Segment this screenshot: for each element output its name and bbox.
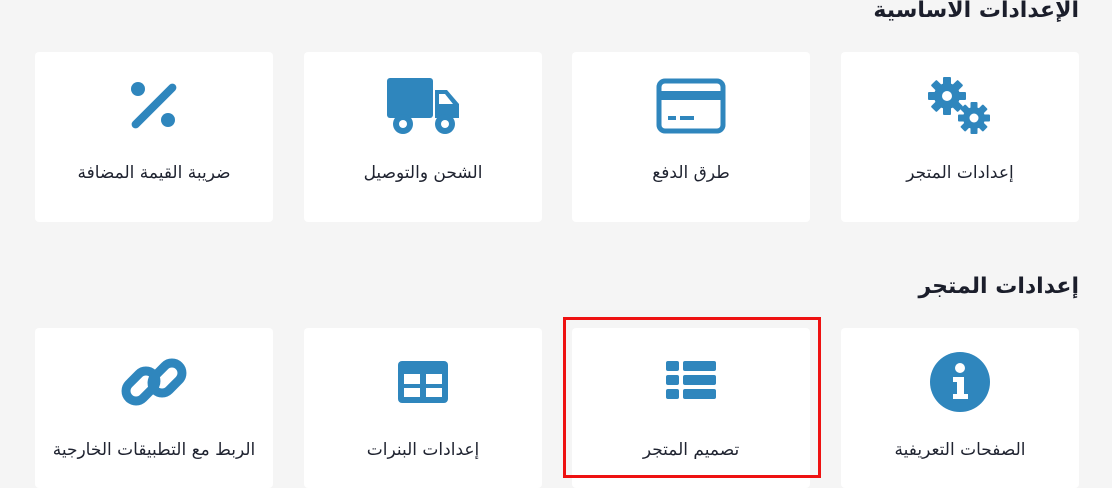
section-title-basic: الإعدادات الاساسية xyxy=(873,0,1079,23)
section-title-store: إعدادات المتجر xyxy=(918,274,1080,299)
card-label: الصفحات التعريفية xyxy=(894,440,1026,460)
external-apps-card[interactable]: الربط مع التطبيقات الخارجية xyxy=(35,328,273,488)
gears-icon xyxy=(841,74,1079,138)
info-pages-card[interactable]: الصفحات التعريفية xyxy=(841,328,1079,488)
truck-icon xyxy=(304,74,542,138)
card-label: الشحن والتوصيل xyxy=(363,163,483,183)
store-settings-card[interactable]: إعدادات المتجر xyxy=(841,52,1079,222)
vat-card[interactable]: ضريبة القيمة المضافة xyxy=(35,52,273,222)
percent-icon xyxy=(35,74,273,138)
card-label: الربط مع التطبيقات الخارجية xyxy=(52,440,256,460)
payment-methods-card[interactable]: طرق الدفع xyxy=(572,52,810,222)
link-icon xyxy=(35,350,273,414)
card-label: ضريبة القيمة المضافة xyxy=(77,163,231,183)
table-icon xyxy=(304,350,542,414)
list-icon xyxy=(572,350,810,414)
card-label: طرق الدفع xyxy=(652,163,730,183)
shipping-delivery-card[interactable]: الشحن والتوصيل xyxy=(304,52,542,222)
banners-settings-card[interactable]: إعدادات البنرات xyxy=(304,328,542,488)
credit-card-icon xyxy=(572,74,810,138)
info-circle-icon xyxy=(841,350,1079,414)
card-label: إعدادات المتجر xyxy=(906,163,1014,183)
card-label: إعدادات البنرات xyxy=(366,440,480,460)
store-design-card[interactable]: تصميم المتجر xyxy=(572,328,810,488)
card-label: تصميم المتجر xyxy=(642,440,740,460)
